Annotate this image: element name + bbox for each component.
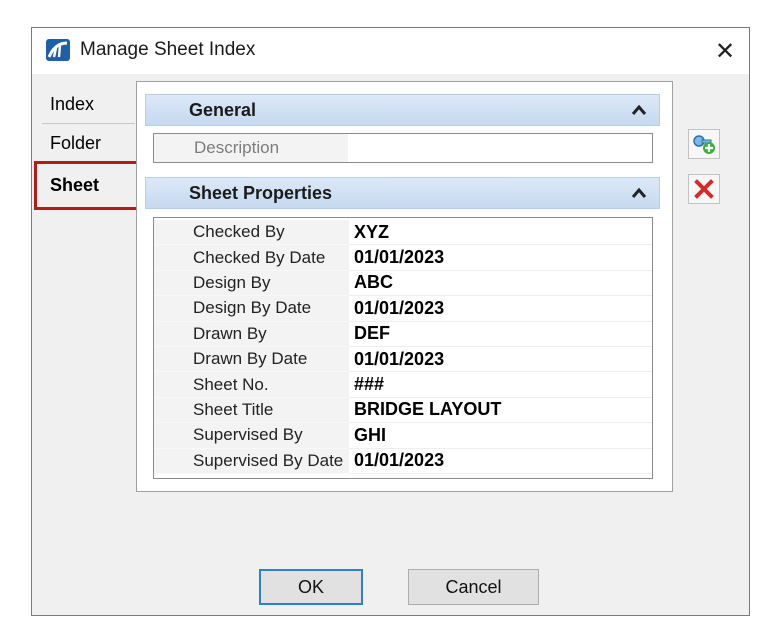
- tab-sheet-label: Sheet: [50, 175, 100, 195]
- tab-sheet[interactable]: Sheet: [34, 161, 139, 210]
- property-row[interactable]: Checked By XYZ: [154, 220, 652, 246]
- add-property-button[interactable]: [688, 129, 720, 159]
- chevron-up-icon[interactable]: [631, 102, 647, 118]
- ok-button[interactable]: OK: [259, 569, 363, 605]
- property-name: Checked By Date: [154, 245, 349, 271]
- property-row[interactable]: Checked By Date 01/01/2023: [154, 245, 652, 271]
- property-name: Drawn By Date: [154, 346, 349, 373]
- add-property-icon: [693, 135, 715, 154]
- property-value[interactable]: 01/01/2023: [349, 347, 652, 373]
- property-name: Design By: [154, 270, 349, 297]
- close-button[interactable]: ✕: [707, 33, 743, 69]
- property-row[interactable]: Design By ABC: [154, 270, 652, 297]
- property-value[interactable]: GHI: [349, 423, 652, 449]
- tab-index-label: Index: [50, 94, 95, 114]
- description-input[interactable]: [348, 134, 652, 162]
- delete-icon: [694, 179, 714, 199]
- property-value[interactable]: 01/01/2023: [349, 296, 652, 322]
- property-value[interactable]: 01/01/2023: [349, 245, 652, 271]
- cancel-button[interactable]: Cancel: [408, 569, 539, 605]
- sheet-properties-group-header[interactable]: Sheet Properties: [145, 177, 660, 209]
- property-row[interactable]: Drawn By DEF: [154, 321, 652, 347]
- sheet-properties-header-label: Sheet Properties: [189, 182, 333, 203]
- property-row[interactable]: Design By Date 01/01/2023: [154, 296, 652, 322]
- dialog-title: Manage Sheet Index: [80, 39, 256, 60]
- property-name: Drawn By: [154, 321, 349, 347]
- ok-label: OK: [297, 576, 324, 597]
- property-value[interactable]: DEF: [349, 322, 652, 347]
- sheet-properties-grid: Checked By XYZ Checked By Date 01/01/202…: [153, 217, 653, 479]
- description-label: Description: [154, 134, 348, 162]
- general-group-header[interactable]: General: [145, 94, 660, 126]
- property-row[interactable]: Sheet No. ###: [154, 372, 652, 398]
- property-value[interactable]: ###: [349, 372, 652, 398]
- property-value[interactable]: 01/01/2023: [349, 449, 652, 474]
- property-row[interactable]: Sheet Title BRIDGE LAYOUT: [154, 397, 652, 424]
- chevron-up-icon[interactable]: [631, 185, 647, 201]
- property-name: Sheet Title: [154, 397, 349, 424]
- delete-property-button[interactable]: [688, 174, 720, 204]
- tab-folder-label: Folder: [50, 133, 102, 153]
- manage-sheet-index-dialog: Manage Sheet Index ✕ Index Folder Sheet …: [31, 27, 750, 616]
- general-header-label: General: [189, 99, 257, 120]
- property-row[interactable]: Supervised By GHI: [154, 423, 652, 449]
- property-value[interactable]: BRIDGE LAYOUT: [349, 398, 652, 424]
- property-value[interactable]: XYZ: [349, 220, 652, 246]
- property-name: Supervised By Date: [154, 448, 349, 474]
- property-name: Checked By: [154, 220, 349, 246]
- property-name: Supervised By: [154, 423, 349, 449]
- close-icon: ✕: [714, 37, 736, 65]
- cancel-label: Cancel: [445, 576, 502, 597]
- property-row[interactable]: Drawn By Date 01/01/2023: [154, 346, 652, 373]
- property-name: Sheet No.: [154, 372, 349, 398]
- tab-index[interactable]: Index: [42, 86, 135, 124]
- property-value[interactable]: ABC: [349, 271, 652, 297]
- property-row[interactable]: Supervised By Date 01/01/2023: [154, 448, 652, 474]
- tab-folder[interactable]: Folder: [42, 125, 135, 163]
- bentley-arch-icon: [46, 39, 70, 61]
- property-name: Design By Date: [154, 296, 349, 322]
- description-field[interactable]: Description: [153, 133, 653, 163]
- properties-panel: General Description Sheet Properties Che…: [136, 81, 673, 492]
- title-bar: Manage Sheet Index ✕: [32, 28, 749, 74]
